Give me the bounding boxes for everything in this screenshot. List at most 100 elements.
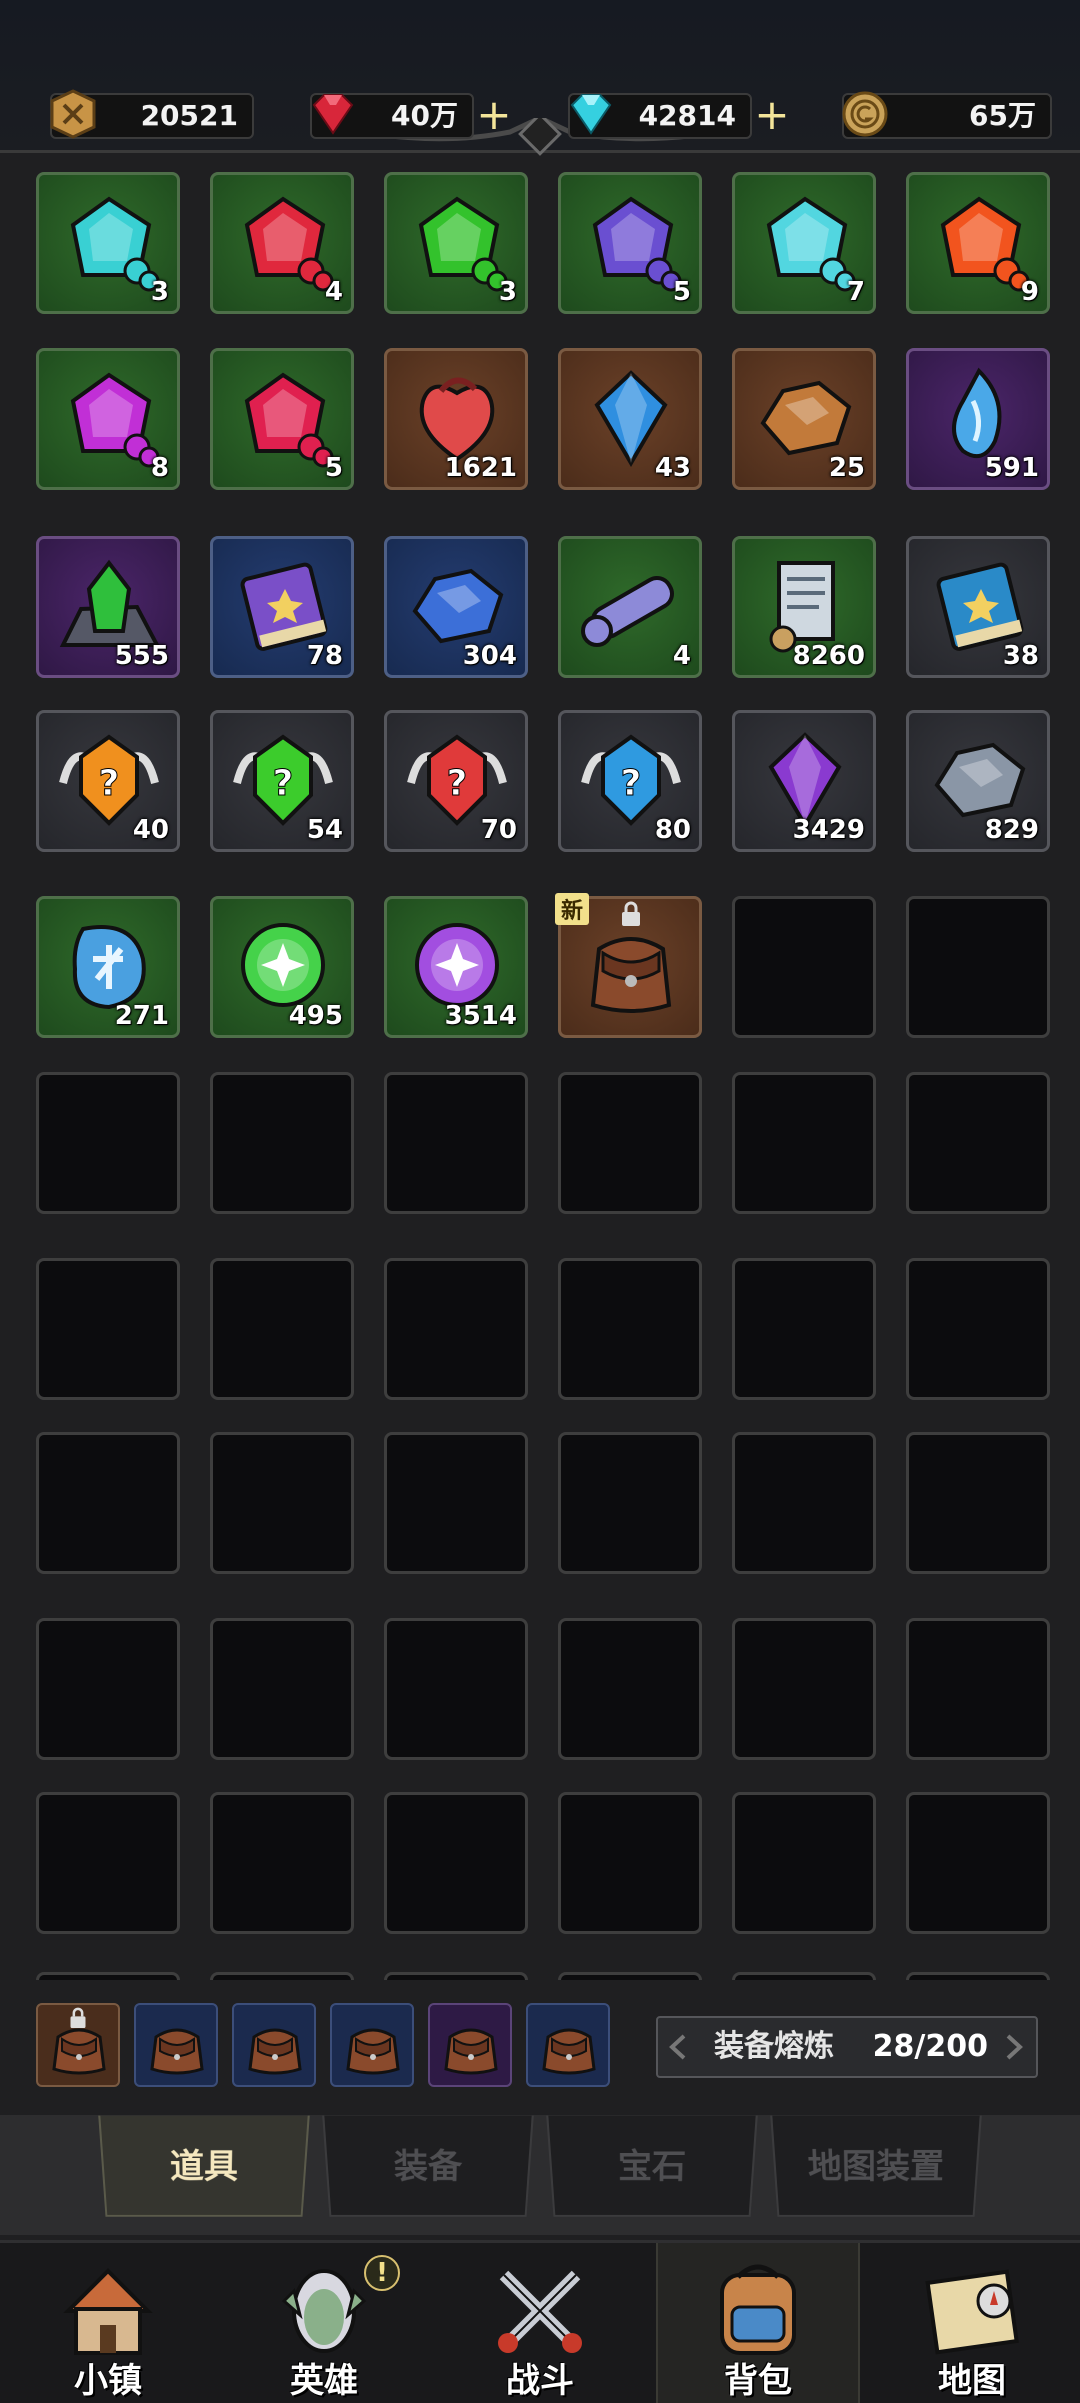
equipment-smelt-button[interactable]: 装备熔炼 28/200 [656, 2016, 1038, 2078]
ruby-amount: 40万 [391, 99, 458, 132]
inventory-slot-empty[interactable] [384, 1258, 528, 1400]
nav-map-scroll[interactable]: 地图 [872, 2243, 1072, 2403]
bag-slot[interactable] [526, 2003, 610, 2087]
inventory-slot-empty[interactable] [558, 1258, 702, 1400]
inventory-item[interactable]: 25 [732, 348, 876, 490]
inventory-item[interactable]: 271 [36, 896, 180, 1038]
bag-icon [150, 2028, 204, 2075]
nav-crossed-swords[interactable]: 战斗 [440, 2243, 640, 2403]
inventory-slot-empty[interactable] [36, 1258, 180, 1400]
inventory-item[interactable]: ? 40 [36, 710, 180, 852]
inventory-item[interactable]: 3 [384, 172, 528, 314]
inventory-slot-empty[interactable] [36, 1072, 180, 1214]
item-count: 304 [462, 641, 517, 671]
inventory-item[interactable]: ? 80 [558, 710, 702, 852]
inventory-slot-empty[interactable] [732, 1618, 876, 1760]
tab-2[interactable]: 宝石 [546, 2115, 758, 2217]
svg-text:?: ? [621, 763, 642, 804]
bag-slot[interactable] [428, 2003, 512, 2087]
diamond-icon [570, 94, 612, 135]
inventory-slot-empty[interactable] [906, 1618, 1050, 1760]
svg-text:?: ? [447, 763, 468, 804]
inventory-item[interactable]: 591 [906, 348, 1050, 490]
inventory-item[interactable]: 9 [906, 172, 1050, 314]
inventory-slot-empty[interactable] [732, 896, 876, 1038]
inventory-slot-empty[interactable] [210, 1432, 354, 1574]
inventory-slot-empty[interactable] [558, 1432, 702, 1574]
inventory-slot-empty[interactable] [906, 896, 1050, 1038]
inventory-item[interactable]: 43 [558, 348, 702, 490]
inventory-item[interactable]: 555 [36, 536, 180, 678]
nav-backpack[interactable]: 背包 [656, 2243, 860, 2403]
item-count: 78 [306, 641, 343, 671]
inventory-item[interactable]: 7 [732, 172, 876, 314]
inventory-slot-empty[interactable] [210, 1618, 354, 1760]
item-count: 4 [324, 277, 343, 307]
item-count: 80 [654, 815, 691, 845]
nav-hero[interactable]: ! 英雄 [224, 2243, 424, 2403]
inventory-slot-empty[interactable] [732, 1258, 876, 1400]
inventory-slot-empty[interactable] [384, 1432, 528, 1574]
inventory-item[interactable]: 4 [210, 172, 354, 314]
bag-slot[interactable] [134, 2003, 218, 2087]
inventory-slot-empty [36, 1972, 180, 1980]
inventory-item[interactable]: 829 [906, 710, 1050, 852]
inventory-slot-empty[interactable] [906, 1432, 1050, 1574]
tab-1[interactable]: 装备 [322, 2115, 534, 2217]
tab-3[interactable]: 地图装置 [770, 2115, 982, 2217]
nav-label: 背包 [724, 2361, 792, 2401]
inventory-item[interactable]: 78 [210, 536, 354, 678]
nav-label: 战斗 [506, 2361, 574, 2401]
inventory-item[interactable]: 3 [36, 172, 180, 314]
inventory-item[interactable]: 5 [558, 172, 702, 314]
inventory-slot-empty[interactable] [210, 1072, 354, 1214]
item-count: 495 [288, 1001, 343, 1031]
inventory-item[interactable]: 4 [558, 536, 702, 678]
diamond-add-button[interactable]: + [750, 93, 794, 137]
inventory-slot-empty[interactable] [906, 1258, 1050, 1400]
inventory-item[interactable]: 3514 [384, 896, 528, 1038]
inventory-slot-empty[interactable] [732, 1072, 876, 1214]
item-count: 5 [324, 453, 343, 483]
inventory-item[interactable]: ? 70 [384, 710, 528, 852]
inventory-slot-empty[interactable] [384, 1072, 528, 1214]
crossed-swords-icon [498, 2270, 582, 2353]
inventory-slot-empty[interactable] [36, 1432, 180, 1574]
inventory-item[interactable]: 1621 [384, 348, 528, 490]
inventory-slot-empty[interactable] [36, 1792, 180, 1934]
bag-slot[interactable] [330, 2003, 414, 2087]
inventory-slot-empty[interactable] [558, 1618, 702, 1760]
inventory-slot-empty[interactable] [384, 1618, 528, 1760]
inventory-slot-empty[interactable] [210, 1258, 354, 1400]
inventory-item[interactable]: 304 [384, 536, 528, 678]
item-count: 3429 [792, 815, 865, 845]
inventory-item[interactable]: 8260 [732, 536, 876, 678]
inventory-slot-empty[interactable] [36, 1618, 180, 1760]
inventory-slot-empty[interactable] [384, 1792, 528, 1934]
inventory-slot-empty[interactable] [558, 1072, 702, 1214]
inventory-slot-empty[interactable] [558, 1792, 702, 1934]
inventory-slot-empty[interactable] [732, 1792, 876, 1934]
bag-icon [444, 2028, 498, 2075]
diamond-amount: 42814 [638, 99, 736, 132]
inventory-item[interactable]: 5 [210, 348, 354, 490]
tab-0[interactable]: 道具 [98, 2115, 310, 2217]
nav-town[interactable]: 小镇 [8, 2243, 208, 2403]
inventory-item[interactable]: 38 [906, 536, 1050, 678]
item-count: 7 [846, 277, 865, 307]
inventory-item[interactable]: 8 [36, 348, 180, 490]
bag-slot[interactable] [232, 2003, 316, 2087]
bag-slot[interactable] [36, 2003, 120, 2087]
inventory-slot-empty[interactable] [732, 1432, 876, 1574]
inventory-item[interactable]: ? 54 [210, 710, 354, 852]
ruby-add-button[interactable]: + [472, 93, 516, 137]
inventory-item[interactable]: 新 [555, 893, 702, 1038]
inventory-slot-empty[interactable] [906, 1792, 1050, 1934]
gold-currency: 65万 [842, 91, 1052, 139]
inventory-slot-empty[interactable] [906, 1072, 1050, 1214]
inventory-item[interactable]: 495 [210, 896, 354, 1038]
inventory-item[interactable]: 3429 [732, 710, 876, 852]
inventory-slot-empty[interactable] [210, 1792, 354, 1934]
item-count: 1621 [444, 453, 517, 483]
inventory-slot-empty [558, 1972, 702, 1980]
